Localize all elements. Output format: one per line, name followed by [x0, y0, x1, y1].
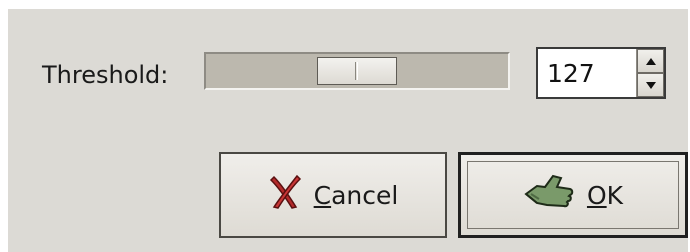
- ok-button[interactable]: OK: [458, 152, 688, 238]
- arrow-up-icon: [645, 57, 656, 65]
- arrow-down-icon: [645, 81, 656, 89]
- spin-down-button[interactable]: [637, 73, 664, 97]
- spin-up-button[interactable]: [637, 49, 664, 73]
- spin-buttons: [636, 49, 664, 97]
- threshold-dialog: Threshold: 127 Cancel OK: [8, 9, 688, 252]
- ok-label: OK: [586, 180, 624, 210]
- ok-hand-icon: [523, 172, 575, 218]
- cancel-button[interactable]: Cancel: [219, 152, 447, 238]
- threshold-value-input[interactable]: 127: [547, 60, 595, 88]
- threshold-label: Threshold:: [42, 61, 169, 89]
- slider-grip: [355, 62, 358, 80]
- slider-handle[interactable]: [317, 57, 397, 85]
- threshold-spinbutton[interactable]: 127: [536, 47, 666, 99]
- cancel-x-icon: [268, 173, 302, 217]
- cancel-label: Cancel: [313, 180, 399, 210]
- threshold-slider[interactable]: [204, 52, 510, 90]
